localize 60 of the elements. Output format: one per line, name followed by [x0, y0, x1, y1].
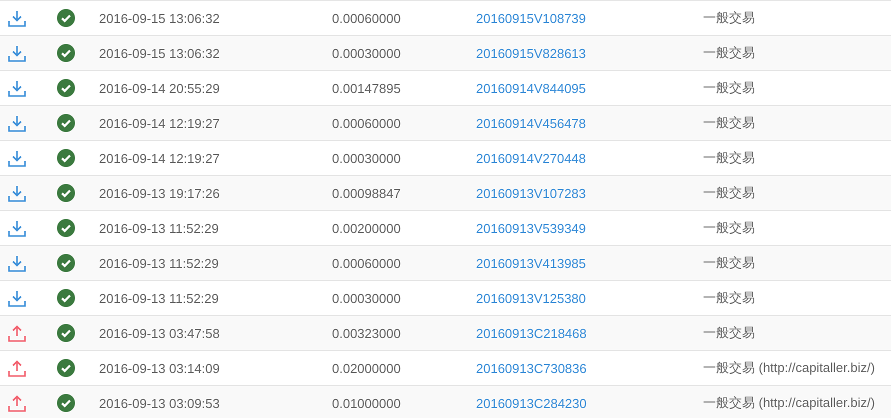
amount: 0.00030000: [332, 46, 401, 60]
transaction-type: 一般交易 (http://capitaller.biz/): [703, 394, 875, 412]
transaction-type: 一般交易: [703, 9, 755, 27]
timestamp: 2016-09-14 12:19:27: [99, 150, 220, 166]
timestamp: 2016-09-13 11:52:29: [99, 290, 219, 306]
download-icon: [8, 254, 26, 272]
download-icon: [8, 10, 26, 26]
amount: 0.00030000: [332, 290, 401, 306]
timestamp: 2016-09-15 13:06:32: [99, 10, 220, 26]
download-icon: [8, 150, 26, 166]
amount: 0.01000000: [332, 396, 401, 410]
amount: 0.00147895: [332, 80, 401, 96]
timestamp: 2016-09-13 11:52:29: [99, 220, 219, 236]
upload-icon: [8, 394, 26, 412]
transaction-id-link[interactable]: 20160913C730836: [476, 360, 587, 376]
upload-icon: [8, 324, 26, 342]
timestamp: 2016-09-13 19:17:26: [99, 186, 220, 200]
transaction-id-link[interactable]: 20160913V413985: [476, 256, 586, 270]
transaction-type: 一般交易: [703, 149, 755, 167]
timestamp: 2016-09-14 12:19:27: [99, 116, 220, 130]
transaction-id-link[interactable]: 20160915V828613: [476, 46, 586, 60]
timestamp: 2016-09-14 20:55:29: [99, 80, 220, 96]
transaction-type: 一般交易: [703, 219, 755, 237]
transaction-id-link[interactable]: 20160913V539349: [476, 220, 586, 236]
timestamp: 2016-09-13 03:14:09: [99, 360, 220, 376]
transaction-id-link[interactable]: 20160913C284230: [476, 396, 587, 410]
timestamp: 2016-09-13 11:52:29: [99, 256, 219, 270]
amount: 0.00030000: [332, 150, 401, 166]
transaction-type: 一般交易: [703, 289, 755, 307]
amount: 0.00323000: [332, 326, 401, 340]
transaction-type: 一般交易: [703, 114, 755, 132]
amount: 0.00098847: [332, 186, 401, 200]
transaction-id-link[interactable]: 20160913V107283: [476, 186, 586, 200]
transaction-type: 一般交易: [703, 44, 755, 62]
amount: 0.00060000: [332, 116, 401, 130]
download-icon: [8, 290, 26, 306]
download-icon: [8, 220, 26, 236]
transaction-id-link[interactable]: 20160913V125380: [476, 290, 586, 306]
download-icon: [8, 114, 26, 132]
amount: 0.02000000: [332, 360, 401, 376]
transaction-type: 一般交易: [703, 254, 755, 272]
amount: 0.00060000: [332, 256, 401, 270]
amount: 0.00200000: [332, 220, 401, 236]
timestamp: 2016-09-15 13:06:32: [99, 46, 220, 60]
transaction-id-link[interactable]: 20160914V456478: [476, 116, 586, 130]
timestamp: 2016-09-13 03:47:58: [99, 326, 220, 340]
transaction-id-link[interactable]: 20160915V108739: [476, 10, 586, 26]
amount: 0.00060000: [332, 10, 401, 26]
transaction-type: 一般交易: [703, 184, 755, 202]
transaction-id-link[interactable]: 20160914V844095: [476, 80, 586, 96]
transaction-type: 一般交易 (http://capitaller.biz/): [703, 359, 875, 377]
upload-icon: [8, 360, 26, 376]
transaction-id-link[interactable]: 20160914V270448: [476, 150, 586, 166]
download-icon: [8, 44, 26, 62]
download-icon: [8, 184, 26, 202]
timestamp: 2016-09-13 03:09:53: [99, 396, 220, 410]
transaction-id-link[interactable]: 20160913C218468: [476, 326, 587, 340]
transaction-type: 一般交易: [703, 324, 755, 342]
transaction-type: 一般交易: [703, 79, 755, 97]
download-icon: [8, 80, 26, 96]
